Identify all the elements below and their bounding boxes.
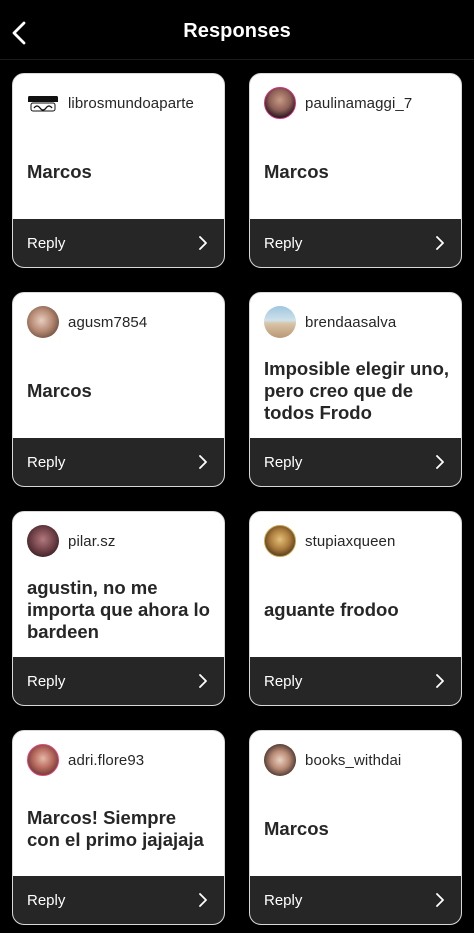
responses-grid: librosmundoaparte Marcos Reply paulinama… <box>12 73 462 925</box>
username[interactable]: brendaasalva <box>305 314 396 331</box>
username[interactable]: agusm7854 <box>68 314 147 331</box>
response-card: agusm7854 Marcos Reply <box>12 292 225 487</box>
response-body: Marcos! Siempre con el primo jajajaja <box>27 782 214 876</box>
response-card: paulinamaggi_7 Marcos Reply <box>249 73 462 268</box>
reply-label: Reply <box>27 672 66 690</box>
reply-label: Reply <box>264 453 303 471</box>
response-card: books_withdai Marcos Reply <box>249 730 462 925</box>
reply-label: Reply <box>264 891 303 909</box>
username[interactable]: paulinamaggi_7 <box>305 95 412 112</box>
response-card: librosmundoaparte Marcos Reply <box>12 73 225 268</box>
reply-button[interactable]: Reply <box>250 657 461 705</box>
response-body: Imposible elegir uno, pero creo que de t… <box>264 344 451 438</box>
chevron-right-icon <box>196 236 210 250</box>
response-body: Marcos <box>27 344 214 438</box>
reply-label: Reply <box>27 453 66 471</box>
card-header[interactable]: brendaasalva <box>264 306 396 338</box>
avatar[interactable] <box>264 306 296 338</box>
card-header[interactable]: paulinamaggi_7 <box>264 87 412 119</box>
reply-button[interactable]: Reply <box>250 438 461 486</box>
avatar[interactable] <box>27 87 59 119</box>
card-header[interactable]: adri.flore93 <box>27 744 144 776</box>
username[interactable]: adri.flore93 <box>68 752 144 769</box>
response-text: agustin, no me importa que ahora lo bard… <box>27 577 210 642</box>
response-card: pilar.sz agustin, no me importa que ahor… <box>12 511 225 706</box>
response-card: adri.flore93 Marcos! Siempre con el prim… <box>12 730 225 925</box>
reply-button[interactable]: Reply <box>250 219 461 267</box>
reply-button[interactable]: Reply <box>250 876 461 924</box>
response-body: agustin, no me importa que ahora lo bard… <box>27 563 214 657</box>
chevron-right-icon <box>196 893 210 907</box>
chevron-right-icon <box>433 455 447 469</box>
reply-label: Reply <box>27 234 66 252</box>
mundo-aparte-logo <box>28 96 58 112</box>
card-header[interactable]: books_withdai <box>264 744 401 776</box>
chevron-right-icon <box>433 674 447 688</box>
avatar[interactable] <box>264 87 296 119</box>
avatar[interactable] <box>264 525 296 557</box>
response-text: Marcos <box>27 380 92 401</box>
card-header[interactable]: stupiaxqueen <box>264 525 395 557</box>
chevron-right-icon <box>433 893 447 907</box>
avatar[interactable] <box>27 525 59 557</box>
reply-button[interactable]: Reply <box>13 657 224 705</box>
reply-label: Reply <box>264 672 303 690</box>
reply-button[interactable]: Reply <box>13 219 224 267</box>
reply-button[interactable]: Reply <box>13 876 224 924</box>
username[interactable]: books_withdai <box>305 752 401 769</box>
response-text: Marcos <box>27 161 92 182</box>
avatar[interactable] <box>27 744 59 776</box>
username[interactable]: pilar.sz <box>68 533 116 550</box>
chevron-right-icon <box>196 455 210 469</box>
response-text: aguante frodoo <box>264 599 399 620</box>
response-body: Marcos <box>264 125 451 219</box>
card-header[interactable]: librosmundoaparte <box>27 87 194 119</box>
response-body: Marcos <box>264 782 451 876</box>
response-text: Marcos <box>264 818 329 839</box>
response-text: Marcos! Siempre con el primo jajajaja <box>27 807 204 850</box>
top-bar: Responses <box>0 0 474 60</box>
reply-button[interactable]: Reply <box>13 438 224 486</box>
avatar[interactable] <box>264 744 296 776</box>
avatar[interactable] <box>27 306 59 338</box>
response-body: aguante frodoo <box>264 563 451 657</box>
response-body: Marcos <box>27 125 214 219</box>
chevron-right-icon <box>433 236 447 250</box>
page-title: Responses <box>183 20 291 42</box>
response-text: Imposible elegir uno, pero creo que de t… <box>264 358 450 423</box>
response-card: stupiaxqueen aguante frodoo Reply <box>249 511 462 706</box>
username[interactable]: stupiaxqueen <box>305 533 395 550</box>
chevron-right-icon <box>196 674 210 688</box>
reply-label: Reply <box>27 891 66 909</box>
response-card: brendaasalva Imposible elegir uno, pero … <box>249 292 462 487</box>
response-text: Marcos <box>264 161 329 182</box>
reply-label: Reply <box>264 234 303 252</box>
card-header[interactable]: pilar.sz <box>27 525 116 557</box>
username[interactable]: librosmundoaparte <box>68 95 194 112</box>
card-header[interactable]: agusm7854 <box>27 306 147 338</box>
